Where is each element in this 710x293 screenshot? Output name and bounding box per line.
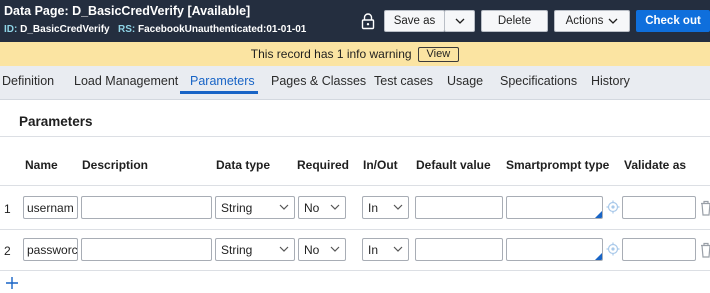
tab-test-cases[interactable]: Test cases [374, 74, 433, 88]
default-value-input[interactable] [415, 238, 503, 261]
validate-as-input[interactable] [622, 238, 696, 261]
actions-button[interactable]: Actions [554, 10, 630, 32]
id-value: D_BasicCredVerify [20, 24, 110, 35]
in-out-value: In [368, 200, 379, 215]
in-out-select[interactable]: In [362, 238, 409, 261]
chevron-down-icon [393, 246, 403, 252]
chevron-down-icon [279, 204, 289, 210]
column-header-name: Name [25, 158, 58, 172]
section-divider [0, 136, 710, 137]
rs-value: FacebookUnauthenticated:01-01-01 [137, 24, 307, 35]
header-divider [0, 185, 710, 186]
name-input[interactable]: passworc [23, 238, 78, 261]
column-header-validate-as: Validate as [624, 158, 687, 172]
column-header-description: Description [82, 158, 149, 172]
tab-specifications[interactable]: Specifications [500, 74, 577, 88]
tab-load-management[interactable]: Load Management [74, 74, 178, 88]
column-header-in-out: In/Out [363, 158, 398, 172]
smartprompt-type-input[interactable] [506, 196, 603, 219]
autocomplete-indicator [595, 211, 602, 218]
record-title: Data Page: D_BasicCredVerify [Available] [4, 4, 250, 18]
view-warnings-button[interactable]: View [417, 46, 460, 62]
add-icon[interactable] [5, 276, 19, 290]
save-as-button[interactable]: Save as [384, 10, 445, 32]
chevron-down-icon [608, 18, 618, 24]
column-header-default-value: Default value [416, 158, 491, 172]
data-type-select[interactable]: String [215, 238, 295, 261]
tab-history[interactable]: History [591, 74, 630, 88]
chevron-down-icon [330, 204, 340, 210]
warning-banner: This record has 1 info warning View [0, 42, 710, 66]
required-select[interactable]: No [298, 238, 346, 261]
autocomplete-indicator [595, 253, 602, 260]
target-icon[interactable] [606, 242, 620, 256]
default-value-input[interactable] [415, 196, 503, 219]
in-out-select[interactable]: In [362, 196, 409, 219]
record-identifiers: ID: D_BasicCredVerify RS: FacebookUnauth… [4, 24, 306, 35]
row-divider [0, 229, 710, 230]
description-input[interactable] [81, 238, 212, 261]
row-number: 2 [4, 244, 11, 258]
rule-tabs: Definition Load Management Parameters Pa… [0, 66, 710, 100]
data-type-value: String [221, 200, 253, 215]
name-input[interactable]: usernam [23, 196, 78, 219]
section-title: Parameters [19, 114, 93, 129]
column-header-data-type: Data type [216, 158, 271, 172]
chevron-down-icon [279, 246, 289, 252]
delete-button[interactable]: Delete [481, 10, 548, 32]
chevron-down-icon [393, 204, 403, 210]
required-value: No [304, 200, 320, 215]
record-header: Data Page: D_BasicCredVerify [Available]… [0, 0, 710, 42]
row-divider [0, 270, 710, 271]
save-options-button[interactable] [444, 10, 475, 32]
active-tab-indicator [180, 91, 258, 94]
chevron-down-icon [455, 18, 464, 24]
in-out-value: In [368, 242, 379, 257]
lock-icon [361, 13, 375, 30]
description-input[interactable] [81, 196, 212, 219]
id-label: ID: [4, 24, 18, 35]
record-status: [Available] [187, 4, 251, 18]
actions-label: Actions [565, 15, 604, 27]
data-type-select[interactable]: String [215, 196, 295, 219]
tab-definition[interactable]: Definition [2, 74, 54, 88]
warning-text: This record has 1 info warning [250, 47, 412, 61]
rs-label: RS: [117, 24, 136, 35]
required-select[interactable]: No [298, 196, 346, 219]
required-value: No [304, 242, 320, 257]
tab-pages-classes[interactable]: Pages & Classes [271, 74, 366, 88]
target-icon[interactable] [606, 200, 620, 214]
trash-icon[interactable] [700, 242, 710, 258]
column-header-required: Required [297, 158, 350, 172]
tab-parameters[interactable]: Parameters [190, 74, 255, 88]
smartprompt-type-input[interactable] [506, 238, 603, 261]
chevron-down-icon [330, 246, 340, 252]
column-header-smartprompt-type: Smartprompt type [506, 158, 610, 172]
validate-as-input[interactable] [622, 196, 696, 219]
tab-usage[interactable]: Usage [447, 74, 483, 88]
row-number: 1 [4, 202, 11, 216]
data-type-value: String [221, 242, 253, 257]
check-out-button[interactable]: Check out [636, 10, 710, 32]
record-title-text: Data Page: D_BasicCredVerify [4, 4, 184, 18]
trash-icon[interactable] [700, 200, 710, 216]
